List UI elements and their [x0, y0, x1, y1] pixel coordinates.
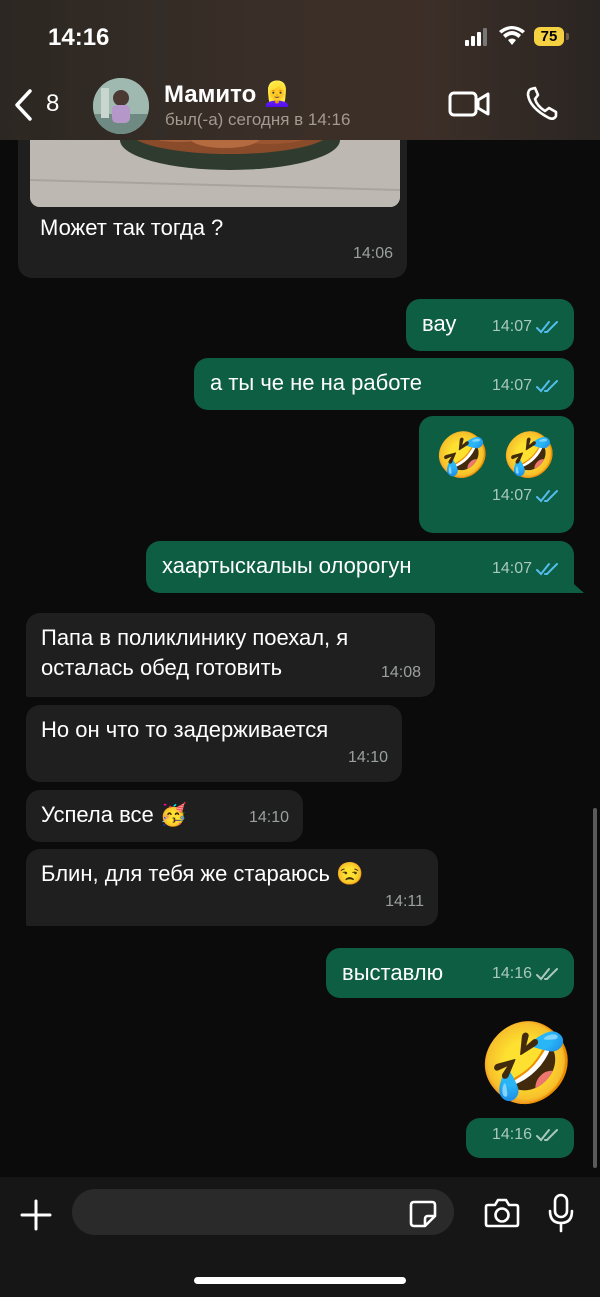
message-time: 14:10 [248, 809, 289, 826]
incoming-message[interactable]: Блин, для тебя же стараюсь 😒 14:11 [26, 849, 438, 926]
read-receipt-icon [536, 490, 558, 503]
message-meta: 14:16 [492, 1120, 560, 1150]
back-unread-count[interactable]: 8 [46, 90, 59, 118]
message-text: Но он что то задерживается [41, 717, 329, 742]
read-receipt-icon [536, 563, 558, 576]
wifi-icon [499, 26, 525, 45]
shared-photo[interactable] [30, 140, 400, 207]
message-time: 14:06 [352, 245, 393, 262]
sticker-icon[interactable] [408, 1199, 438, 1229]
video-camera-icon[interactable] [448, 88, 490, 120]
status-time: 14:16 [48, 24, 110, 51]
message-list[interactable]: Может так тогда ? 14:06 вау 14:07 а ты ч… [0, 140, 600, 1177]
contact-name-text: Мамито [164, 81, 257, 108]
last-seen-status: был(-а) сегодня в 14:16 [165, 110, 351, 129]
message-time: 14:07 [491, 560, 532, 577]
message-meta: 14:07 [492, 468, 560, 524]
message-meta: 14:08 [381, 658, 421, 688]
message-meta: 14:10 [348, 743, 388, 773]
message-time: 14:07 [491, 318, 532, 335]
plus-icon[interactable] [20, 1199, 52, 1231]
message-text: Папа в поликлинику поехал, я осталась об… [41, 625, 349, 680]
message-text: Успела все 🥳 [41, 802, 188, 827]
compose-bar [0, 1177, 600, 1297]
phone-icon[interactable] [525, 86, 559, 122]
message-time: 14:10 [347, 749, 388, 766]
message-time: 14:08 [380, 664, 421, 681]
outgoing-message[interactable]: выставлю 14:16 [326, 948, 574, 998]
microphone-icon[interactable] [548, 1193, 574, 1233]
message-text: а ты че не на работе [210, 370, 423, 395]
message-input[interactable] [72, 1189, 454, 1235]
message-time: 14:07 [491, 377, 532, 394]
chat-header: 14:16 75 8 Мамито 👱‍♀️ был(-а) сегодня в … [0, 0, 600, 140]
bubble-tail [566, 577, 584, 593]
home-indicator [194, 1277, 406, 1284]
emoji-message-meta-bubble: 14:16 [466, 1118, 574, 1158]
message-time: 14:11 [385, 893, 424, 910]
read-receipt-icon [536, 380, 558, 393]
read-receipt-icon [536, 321, 558, 334]
large-emoji-message[interactable]: 🤣 [478, 1018, 575, 1108]
delivered-receipt-icon [536, 968, 558, 981]
message-meta: 14:11 [385, 887, 424, 917]
message-time: 14:16 [491, 1126, 532, 1143]
message-time: 14:16 [491, 965, 532, 982]
contact-name[interactable]: Мамито 👱‍♀️ [164, 80, 292, 109]
message-text: вау [422, 311, 457, 336]
message-meta: 14:16 [492, 959, 560, 989]
contact-emoji: 👱‍♀️ [262, 81, 293, 108]
scrollbar[interactable] [593, 808, 597, 1168]
outgoing-message[interactable]: вау 14:07 [406, 299, 574, 351]
message-text: выставлю [342, 960, 444, 985]
chevron-left-icon[interactable] [12, 88, 34, 122]
avatar[interactable] [93, 78, 149, 134]
message-meta: 14:07 [492, 312, 560, 342]
battery-tip [566, 33, 569, 40]
message-text: Блин, для тебя же стараюсь 😒 [41, 861, 364, 886]
message-text: Может так тогда ? [40, 215, 224, 240]
outgoing-message[interactable]: хаартыскалыы олорогун 14:07 [146, 541, 574, 593]
cellular-signal-icon [465, 28, 487, 46]
incoming-message[interactable]: Но он что то задерживается 14:10 [26, 705, 402, 782]
incoming-photo-message[interactable]: Может так тогда ? 14:06 [18, 140, 407, 278]
incoming-message[interactable]: Успела все 🥳 14:10 [26, 790, 303, 842]
battery-indicator: 75 [534, 27, 564, 46]
camera-icon[interactable] [484, 1197, 520, 1229]
outgoing-message[interactable]: а ты че не на работе 14:07 [194, 358, 574, 410]
incoming-message[interactable]: Папа в поликлинику поехал, я осталась об… [26, 613, 435, 697]
message-meta: 14:06 [353, 239, 393, 269]
message-time: 14:07 [491, 487, 532, 504]
message-meta: 14:07 [492, 371, 560, 401]
delivered-receipt-icon [536, 1129, 558, 1142]
message-meta: 14:07 [492, 554, 560, 584]
outgoing-emoji-message[interactable]: 🤣 🤣 14:07 [419, 416, 574, 533]
message-meta: 14:10 [249, 803, 289, 833]
message-text: хаартыскалыы олорогун [162, 553, 412, 578]
